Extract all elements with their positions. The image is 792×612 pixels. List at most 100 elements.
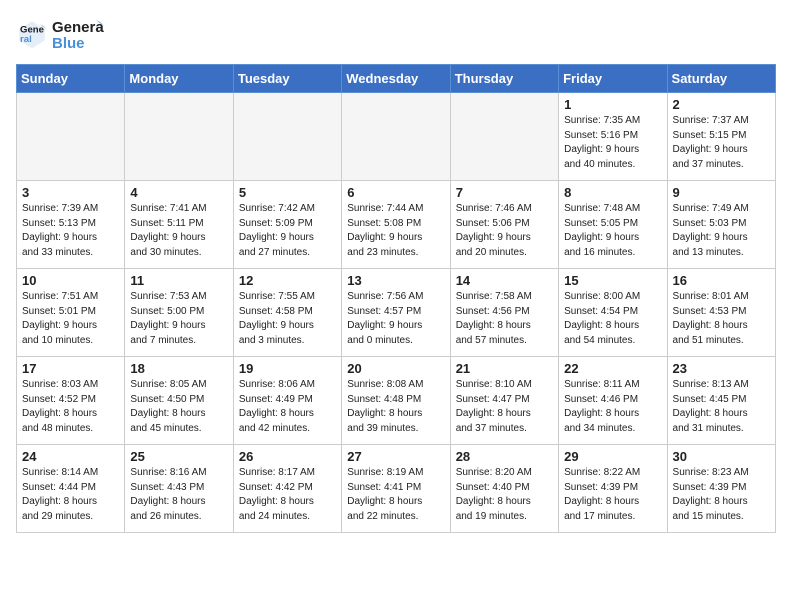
- day-number: 28: [456, 449, 553, 464]
- day-info: Sunrise: 7:37 AM Sunset: 5:15 PM Dayligh…: [673, 114, 770, 172]
- page-header: Gene ral General Blue: [16, 16, 776, 52]
- calendar-cell: 1 Sunrise: 7:35 AM Sunset: 5:16 PM Daylig…: [559, 93, 667, 181]
- calendar-cell: 28 Sunrise: 8:20 AM Sunset: 4:40 PM Dayli…: [450, 445, 558, 533]
- day-info: Sunrise: 7:51 AM Sunset: 5:01 PM Dayligh…: [22, 290, 119, 348]
- day-number: 26: [239, 449, 336, 464]
- day-number: 17: [22, 361, 119, 376]
- calendar-cell: 15 Sunrise: 8:00 AM Sunset: 4:54 PM Dayli…: [559, 269, 667, 357]
- calendar-cell: 5 Sunrise: 7:42 AM Sunset: 5:09 PM Daylig…: [233, 181, 341, 269]
- calendar-cell: 16 Sunrise: 8:01 AM Sunset: 4:53 PM Dayli…: [667, 269, 775, 357]
- weekday-header-thursday: Thursday: [450, 65, 558, 93]
- day-number: 1: [564, 97, 661, 112]
- day-info: Sunrise: 7:48 AM Sunset: 5:05 PM Dayligh…: [564, 202, 661, 260]
- calendar-cell: 24 Sunrise: 8:14 AM Sunset: 4:44 PM Dayli…: [17, 445, 125, 533]
- day-info: Sunrise: 8:08 AM Sunset: 4:48 PM Dayligh…: [347, 378, 444, 436]
- day-info: Sunrise: 7:46 AM Sunset: 5:06 PM Dayligh…: [456, 202, 553, 260]
- calendar-cell: 22 Sunrise: 8:11 AM Sunset: 4:46 PM Dayli…: [559, 357, 667, 445]
- day-info: Sunrise: 7:42 AM Sunset: 5:09 PM Dayligh…: [239, 202, 336, 260]
- calendar-cell: 25 Sunrise: 8:16 AM Sunset: 4:43 PM Dayli…: [125, 445, 233, 533]
- day-number: 2: [673, 97, 770, 112]
- day-number: 23: [673, 361, 770, 376]
- day-number: 7: [456, 185, 553, 200]
- day-info: Sunrise: 7:41 AM Sunset: 5:11 PM Dayligh…: [130, 202, 227, 260]
- day-number: 21: [456, 361, 553, 376]
- day-number: 18: [130, 361, 227, 376]
- day-info: Sunrise: 8:10 AM Sunset: 4:47 PM Dayligh…: [456, 378, 553, 436]
- svg-text:ral: ral: [20, 34, 32, 45]
- day-info: Sunrise: 8:22 AM Sunset: 4:39 PM Dayligh…: [564, 466, 661, 524]
- day-number: 4: [130, 185, 227, 200]
- day-number: 27: [347, 449, 444, 464]
- day-number: 16: [673, 273, 770, 288]
- calendar-table: SundayMondayTuesdayWednesdayThursdayFrid…: [16, 64, 776, 533]
- logo: Gene ral General Blue: [16, 16, 104, 52]
- day-info: Sunrise: 8:23 AM Sunset: 4:39 PM Dayligh…: [673, 466, 770, 524]
- logo-icon: Gene ral: [16, 18, 48, 50]
- calendar-cell: 6 Sunrise: 7:44 AM Sunset: 5:08 PM Daylig…: [342, 181, 450, 269]
- calendar-cell: 2 Sunrise: 7:37 AM Sunset: 5:15 PM Daylig…: [667, 93, 775, 181]
- day-info: Sunrise: 8:19 AM Sunset: 4:41 PM Dayligh…: [347, 466, 444, 524]
- day-number: 12: [239, 273, 336, 288]
- day-number: 30: [673, 449, 770, 464]
- weekday-header-monday: Monday: [125, 65, 233, 93]
- calendar-cell: 26 Sunrise: 8:17 AM Sunset: 4:42 PM Dayli…: [233, 445, 341, 533]
- day-number: 22: [564, 361, 661, 376]
- calendar-cell: [125, 93, 233, 181]
- day-info: Sunrise: 7:44 AM Sunset: 5:08 PM Dayligh…: [347, 202, 444, 260]
- day-info: Sunrise: 7:49 AM Sunset: 5:03 PM Dayligh…: [673, 202, 770, 260]
- day-info: Sunrise: 8:20 AM Sunset: 4:40 PM Dayligh…: [456, 466, 553, 524]
- day-info: Sunrise: 7:53 AM Sunset: 5:00 PM Dayligh…: [130, 290, 227, 348]
- calendar-cell: 18Sunrise: 8:05 AM Sunset: 4:50 PM Dayli…: [125, 357, 233, 445]
- calendar-cell: 8 Sunrise: 7:48 AM Sunset: 5:05 PM Daylig…: [559, 181, 667, 269]
- day-info: Sunrise: 8:11 AM Sunset: 4:46 PM Dayligh…: [564, 378, 661, 436]
- day-info: Sunrise: 8:16 AM Sunset: 4:43 PM Dayligh…: [130, 466, 227, 524]
- calendar-cell: 30 Sunrise: 8:23 AM Sunset: 4:39 PM Dayli…: [667, 445, 775, 533]
- day-info: Sunrise: 8:00 AM Sunset: 4:54 PM Dayligh…: [564, 290, 661, 348]
- calendar-cell: 11 Sunrise: 7:53 AM Sunset: 5:00 PM Dayli…: [125, 269, 233, 357]
- day-info: Sunrise: 7:58 AM Sunset: 4:56 PM Dayligh…: [456, 290, 553, 348]
- day-number: 29: [564, 449, 661, 464]
- svg-text:General: General: [52, 19, 104, 36]
- day-number: 8: [564, 185, 661, 200]
- calendar-cell: [233, 93, 341, 181]
- calendar-cell: 4 Sunrise: 7:41 AM Sunset: 5:11 PM Daylig…: [125, 181, 233, 269]
- day-number: 25: [130, 449, 227, 464]
- weekday-header-tuesday: Tuesday: [233, 65, 341, 93]
- day-info: Sunrise: 8:06 AM Sunset: 4:49 PM Dayligh…: [239, 378, 336, 436]
- calendar-cell: 3 Sunrise: 7:39 AM Sunset: 5:13 PM Daylig…: [17, 181, 125, 269]
- day-info: Sunrise: 8:17 AM Sunset: 4:42 PM Dayligh…: [239, 466, 336, 524]
- weekday-header-wednesday: Wednesday: [342, 65, 450, 93]
- calendar-cell: 17Sunrise: 8:03 AM Sunset: 4:52 PM Dayli…: [17, 357, 125, 445]
- day-info: Sunrise: 8:14 AM Sunset: 4:44 PM Dayligh…: [22, 466, 119, 524]
- calendar-cell: 19Sunrise: 8:06 AM Sunset: 4:49 PM Dayli…: [233, 357, 341, 445]
- calendar-cell: 9 Sunrise: 7:49 AM Sunset: 5:03 PM Daylig…: [667, 181, 775, 269]
- day-info: Sunrise: 7:56 AM Sunset: 4:57 PM Dayligh…: [347, 290, 444, 348]
- calendar-cell: [342, 93, 450, 181]
- day-info: Sunrise: 8:01 AM Sunset: 4:53 PM Dayligh…: [673, 290, 770, 348]
- calendar-cell: 20 Sunrise: 8:08 AM Sunset: 4:48 PM Dayli…: [342, 357, 450, 445]
- calendar-cell: 27 Sunrise: 8:19 AM Sunset: 4:41 PM Dayli…: [342, 445, 450, 533]
- day-number: 20: [347, 361, 444, 376]
- day-info: Sunrise: 7:39 AM Sunset: 5:13 PM Dayligh…: [22, 202, 119, 260]
- day-number: 5: [239, 185, 336, 200]
- day-number: 3: [22, 185, 119, 200]
- day-number: 15: [564, 273, 661, 288]
- calendar-cell: 21 Sunrise: 8:10 AM Sunset: 4:47 PM Dayli…: [450, 357, 558, 445]
- calendar-cell: 12 Sunrise: 7:55 AM Sunset: 4:58 PM Dayli…: [233, 269, 341, 357]
- logo-svg: General Blue: [52, 16, 104, 52]
- day-number: 24: [22, 449, 119, 464]
- day-info: Sunrise: 7:55 AM Sunset: 4:58 PM Dayligh…: [239, 290, 336, 348]
- day-number: 10: [22, 273, 119, 288]
- day-info: Sunrise: 7:35 AM Sunset: 5:16 PM Dayligh…: [564, 114, 661, 172]
- calendar-cell: 10 Sunrise: 7:51 AM Sunset: 5:01 PM Dayli…: [17, 269, 125, 357]
- weekday-header-saturday: Saturday: [667, 65, 775, 93]
- calendar-cell: [450, 93, 558, 181]
- weekday-header-sunday: Sunday: [17, 65, 125, 93]
- svg-text:Blue: Blue: [52, 35, 85, 52]
- day-number: 14: [456, 273, 553, 288]
- calendar-cell: 14 Sunrise: 7:58 AM Sunset: 4:56 PM Dayli…: [450, 269, 558, 357]
- day-number: 11: [130, 273, 227, 288]
- day-number: 9: [673, 185, 770, 200]
- day-number: 6: [347, 185, 444, 200]
- calendar-cell: 13Sunrise: 7:56 AM Sunset: 4:57 PM Dayli…: [342, 269, 450, 357]
